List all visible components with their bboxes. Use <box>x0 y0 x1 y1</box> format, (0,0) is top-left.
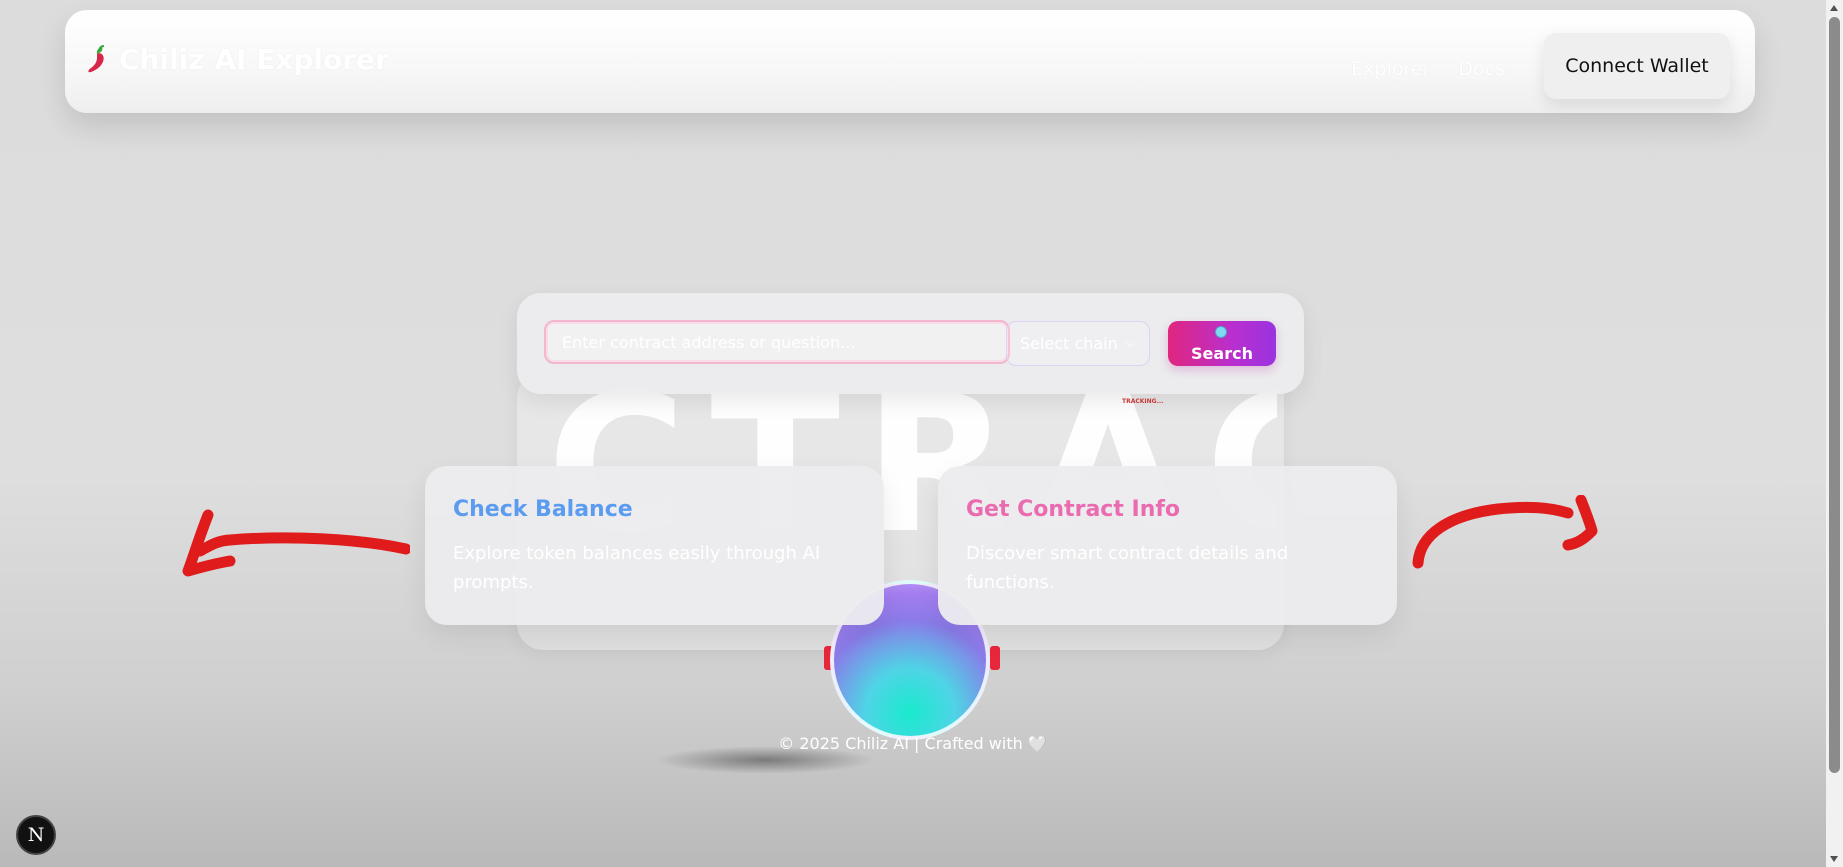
tracking-tag: TRACKING... <box>1122 398 1164 405</box>
brand-title: Chiliz AI Explorer <box>119 43 389 76</box>
nav-links: Explorer Docs <box>1351 58 1505 80</box>
left-arrow-annotation <box>182 509 410 577</box>
connect-wallet-button[interactable]: Connect Wallet <box>1544 33 1730 99</box>
nextjs-devtools-badge[interactable]: N <box>16 815 56 855</box>
search-input[interactable] <box>544 320 1010 364</box>
card-description: Explore token balances easily through AI… <box>453 543 821 593</box>
chili-pepper-icon <box>85 44 111 75</box>
chain-select-label: Select chain <box>1020 334 1118 353</box>
robot-right-ear <box>990 646 1000 670</box>
check-balance-card[interactable]: Check Balance Explore token balances eas… <box>425 466 884 625</box>
chevron-down-icon: ⌵ <box>1125 336 1135 350</box>
top-navbar: Chiliz AI Explorer Explorer Docs Connect… <box>65 10 1755 113</box>
get-contract-info-card[interactable]: Get Contract Info Discover smart contrac… <box>938 466 1397 625</box>
chain-select[interactable]: Select chain ⌵ <box>1006 321 1150 366</box>
scrollbar-thumb[interactable] <box>1829 17 1840 773</box>
search-button-label: Search <box>1191 344 1253 363</box>
nav-link-explorer[interactable]: Explorer <box>1351 58 1430 80</box>
right-arrow-annotation <box>1412 495 1598 569</box>
scroll-up-arrow-icon[interactable] <box>1830 5 1838 11</box>
search-button[interactable]: Search <box>1168 321 1276 366</box>
brand[interactable]: Chiliz AI Explorer <box>85 43 389 76</box>
loading-dot-icon <box>1215 326 1227 338</box>
nav-link-docs[interactable]: Docs <box>1458 58 1505 80</box>
card-description: Discover smart contract details and func… <box>966 543 1289 593</box>
card-title: Check Balance <box>453 497 633 522</box>
page: Chiliz AI Explorer Explorer Docs Connect… <box>0 0 1826 867</box>
vertical-scrollbar[interactable] <box>1826 0 1843 867</box>
card-title: Get Contract Info <box>966 497 1181 522</box>
search-card: Select chain ⌵ Search <box>517 293 1304 394</box>
footer-text: © 2025 Chiliz AI | Crafted with 🤍 <box>778 734 1048 753</box>
scroll-down-arrow-icon[interactable] <box>1830 856 1838 862</box>
